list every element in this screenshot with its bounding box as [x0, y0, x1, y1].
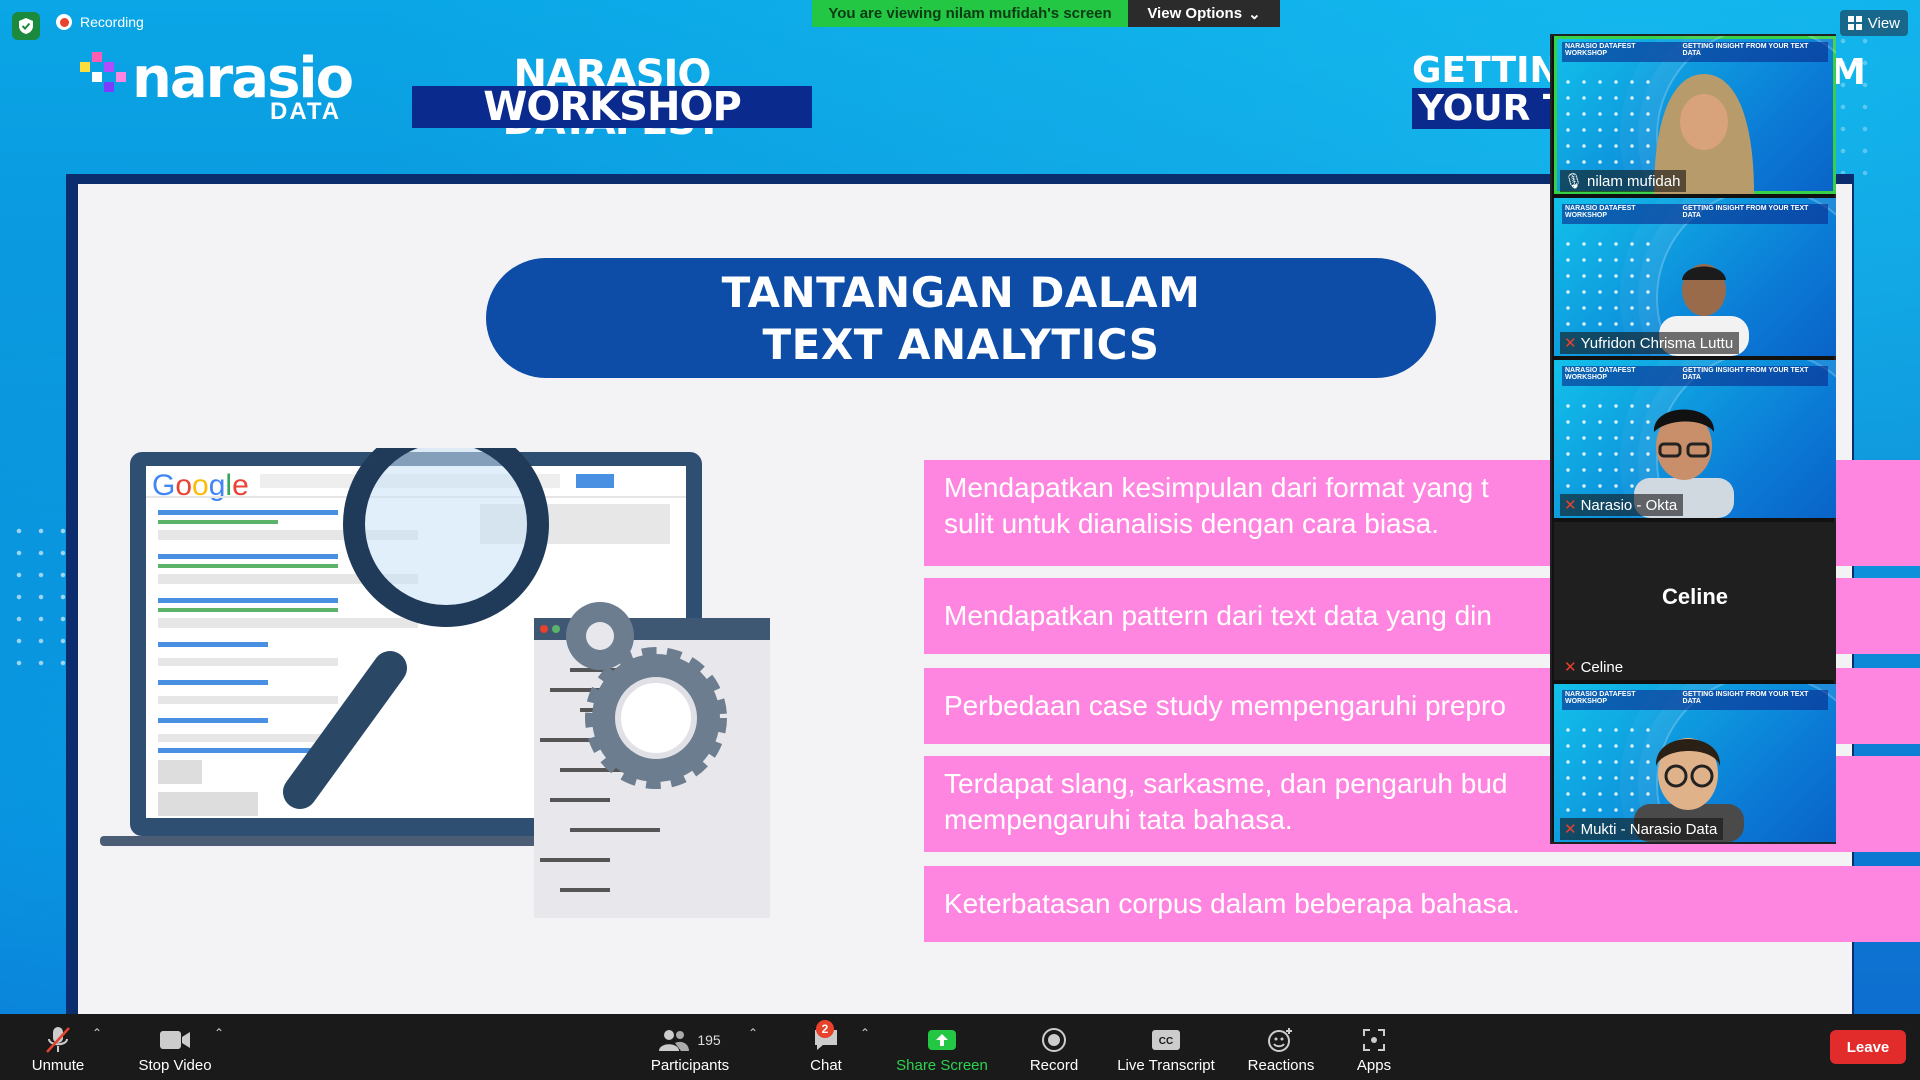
mic-muted-icon: ✕	[1564, 335, 1577, 352]
participant-name: Narasio - Okta	[1580, 496, 1678, 514]
stop-video-label: Stop Video	[138, 1057, 212, 1074]
reactions-label: Reactions	[1247, 1057, 1315, 1074]
participants-label: Participants	[650, 1057, 730, 1074]
gear-icon	[585, 647, 727, 789]
participant-display-name: Celine	[1661, 584, 1729, 609]
apps-button[interactable]: Apps	[1344, 1014, 1404, 1080]
grid-icon	[1847, 16, 1862, 30]
search-analytics-illustration: Google	[100, 448, 770, 918]
chat-label: Chat	[810, 1057, 842, 1074]
video-tile[interactable]: NARASIO DATAFEST WORKSHOP GETTING INSIGHT…	[1554, 684, 1836, 842]
participants-icon: 195	[659, 1023, 721, 1057]
chevron-up-icon[interactable]: ⌃	[748, 1026, 758, 1040]
narasio-logo: narasio DATA	[80, 46, 354, 125]
mic-on-icon: 🎙	[1564, 173, 1584, 190]
svg-text:CC: CC	[1159, 1036, 1173, 1047]
participants-count: 195	[697, 1032, 721, 1048]
slide-title-line2: TEXT ANALYTICS	[762, 320, 1160, 369]
viewing-banner: You are viewing nilam mufidah's screen	[812, 0, 1128, 27]
share-screen-icon	[927, 1023, 957, 1057]
apps-label: Apps	[1356, 1057, 1392, 1074]
unmute-button[interactable]: Unmute	[20, 1014, 96, 1080]
meeting-toolbar: Unmute ⌃ Stop Video ⌃ 195 Participants ⌃…	[0, 1014, 1920, 1080]
shared-screen: narasio DATA NARASIO DATAFEST WORKSHOP G…	[0, 0, 1920, 1014]
participant-name-tag: ✕ Celine	[1560, 656, 1629, 678]
logo-subtext: DATA	[270, 98, 342, 125]
view-label: View	[1867, 14, 1900, 32]
stop-video-button[interactable]: Stop Video	[130, 1014, 220, 1080]
recording-indicator[interactable]: Recording	[56, 14, 144, 30]
bullet-item: Keterbatasan corpus dalam beberapa bahas…	[924, 866, 1920, 942]
unmute-label: Unmute	[31, 1057, 85, 1074]
event-title-line2: WORKSHOP	[412, 86, 812, 128]
mini-slide-right: GETTING INSIGHT FROM YOUR TEXT DATA	[1679, 690, 1828, 710]
record-label: Record	[1029, 1057, 1079, 1074]
record-button[interactable]: Record	[1018, 1014, 1090, 1080]
chevron-up-icon[interactable]: ⌃	[860, 1026, 870, 1040]
mic-muted-icon: ✕	[1564, 821, 1577, 838]
bullet-line: Keterbatasan corpus dalam beberapa bahas…	[944, 888, 1520, 919]
record-icon	[1041, 1023, 1067, 1057]
chat-button[interactable]: 2 Chat	[796, 1014, 856, 1080]
share-screen-label: Share Screen	[896, 1057, 988, 1074]
video-tile[interactable]: NARASIO DATAFEST WORKSHOP GETTING INSIGHT…	[1554, 36, 1836, 194]
slide-title-line1: TANTANGAN DALAM	[721, 268, 1201, 317]
live-transcript-label: Live Transcript	[1117, 1057, 1215, 1074]
mini-slide-right: GETTING INSIGHT FROM YOUR TEXT DATA	[1679, 366, 1828, 386]
security-shield-icon[interactable]	[12, 12, 40, 40]
view-options-label: View Options	[1147, 5, 1243, 22]
chevron-up-icon[interactable]: ⌃	[92, 1026, 102, 1040]
view-options-button[interactable]: View Options ⌄	[1128, 0, 1280, 27]
participant-name-tag: ✕ Mukti - Narasio Data	[1560, 818, 1724, 840]
recording-label: Recording	[80, 14, 144, 30]
mini-slide-right: GETTING INSIGHT FROM YOUR TEXT DATA	[1679, 204, 1828, 224]
closed-caption-icon: CC	[1151, 1023, 1181, 1057]
participant-name: nilam mufidah	[1587, 172, 1681, 190]
video-tile[interactable]: Celine ✕ Celine	[1554, 522, 1836, 680]
participant-name-tag: ✕ Yufridon Chrisma Luttu	[1560, 332, 1740, 354]
participant-name: Yufridon Chrisma Luttu	[1580, 334, 1734, 352]
chat-unread-badge: 2	[816, 1020, 834, 1038]
share-screen-button[interactable]: Share Screen	[890, 1014, 994, 1080]
view-layout-button[interactable]: View	[1839, 10, 1908, 36]
participant-name: Celine	[1580, 658, 1624, 676]
participant-video-strip: NARASIO DATAFEST WORKSHOP GETTING INSIGHT…	[1550, 34, 1836, 844]
video-tile[interactable]: NARASIO DATAFEST WORKSHOP GETTING INSIGHT…	[1554, 198, 1836, 356]
mic-muted-icon: ✕	[1564, 497, 1577, 514]
participant-name: Mukti - Narasio Data	[1580, 820, 1718, 838]
participant-name-tag: 🎙 nilam mufidah	[1560, 170, 1687, 192]
event-title: NARASIO DATAFEST WORKSHOP	[412, 52, 812, 144]
chevron-up-icon[interactable]: ⌃	[214, 1026, 224, 1040]
leave-button[interactable]: Leave	[1830, 1030, 1906, 1064]
mini-slide-left: NARASIO DATAFEST WORKSHOP	[1562, 204, 1680, 224]
mini-slide-left: NARASIO DATAFEST WORKSHOP	[1562, 690, 1680, 710]
participants-button[interactable]: 195 Participants	[640, 1014, 740, 1080]
mini-slide-left: NARASIO DATAFEST WORKSHOP	[1562, 366, 1680, 386]
live-transcript-button[interactable]: CC Live Transcript	[1110, 1014, 1222, 1080]
slide-title: TANTANGAN DALAM TEXT ANALYTICS	[486, 258, 1436, 378]
video-tile[interactable]: NARASIO DATAFEST WORKSHOP GETTING INSIGHT…	[1554, 360, 1836, 518]
video-camera-icon	[159, 1023, 191, 1057]
emoji-reaction-icon	[1267, 1023, 1295, 1057]
mic-muted-icon: ✕	[1564, 659, 1577, 676]
record-dot-icon	[56, 14, 72, 30]
reactions-button[interactable]: Reactions	[1236, 1014, 1326, 1080]
chevron-down-icon: ⌄	[1248, 5, 1261, 23]
participant-name-tag: ✕ Narasio - Okta	[1560, 494, 1684, 516]
mic-muted-icon	[44, 1023, 72, 1057]
apps-icon	[1361, 1023, 1387, 1057]
